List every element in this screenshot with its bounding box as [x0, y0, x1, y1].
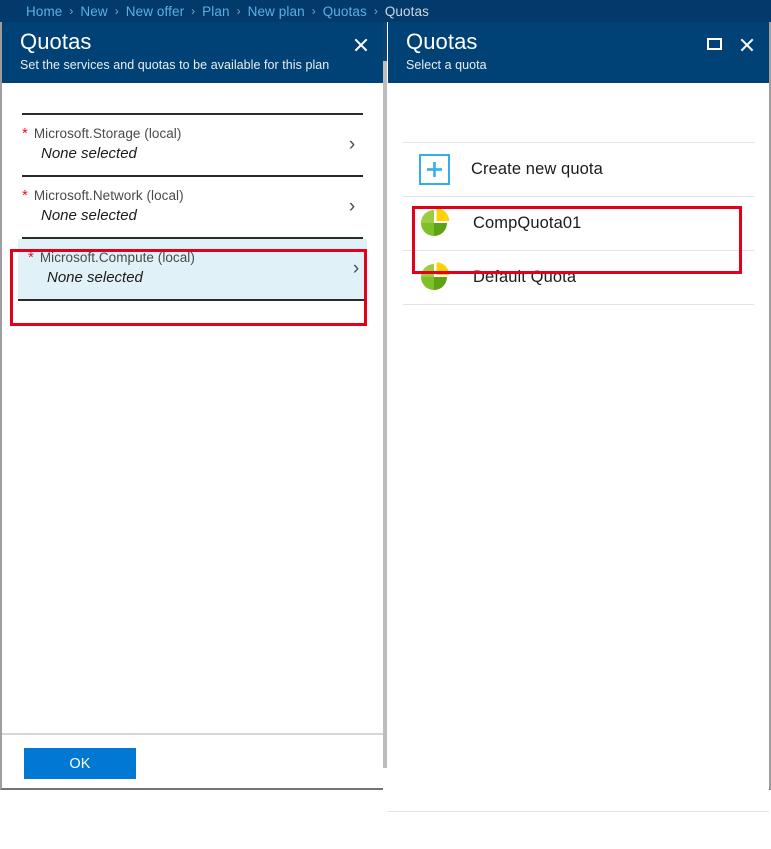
service-row-storage[interactable]: * Microsoft.Storage (local) None selecte… — [22, 115, 363, 177]
quotas-blade-footer: OK — [2, 733, 383, 788]
service-selected-value: None selected — [41, 207, 137, 224]
breadcrumb-separator: › — [114, 4, 119, 18]
select-quota-blade: Quotas Select a quota Create new quota C… — [388, 22, 771, 849]
quota-row-default-quota[interactable]: Default Quota — [403, 251, 754, 305]
close-button[interactable] — [731, 30, 761, 58]
close-icon — [739, 37, 754, 52]
pie-chart-icon — [421, 207, 450, 236]
quota-label: CompQuota01 — [473, 214, 582, 232]
quota-list-container: Create new quota CompQuota01 Default Quo… — [388, 142, 769, 849]
required-asterisk: * — [22, 187, 28, 204]
quotas-blade: Quotas Set the services and quotas to be… — [0, 22, 383, 790]
blade-splitter-top — [383, 22, 387, 61]
select-quota-blade-footer — [388, 811, 769, 849]
breadcrumb-item-quotas-current: Quotas — [384, 3, 429, 19]
quota-row-compquota01[interactable]: CompQuota01 — [403, 197, 754, 251]
chevron-right-icon: › — [348, 134, 356, 155]
azure-portal-page: Home › New › New offer › Plan › New plan… — [0, 0, 771, 849]
create-new-quota-label: Create new quota — [471, 160, 603, 178]
chevron-right-icon: › — [352, 258, 360, 279]
service-row-compute[interactable]: * Microsoft.Compute (local) None selecte… — [18, 239, 367, 301]
select-quota-blade-header: Quotas Select a quota — [388, 22, 769, 83]
breadcrumb-separator: › — [311, 4, 316, 18]
blade-splitter[interactable] — [383, 61, 387, 768]
breadcrumb-separator: › — [191, 4, 196, 18]
maximize-icon — [706, 38, 722, 50]
service-name-row: * Microsoft.Network (local) — [22, 187, 363, 205]
breadcrumb-item-plan[interactable]: Plan — [202, 4, 229, 19]
close-icon — [353, 37, 368, 52]
select-quota-blade-header-actions — [699, 30, 761, 58]
ok-button[interactable]: OK — [24, 748, 136, 779]
breadcrumb-item-quotas[interactable]: Quotas — [323, 4, 367, 19]
breadcrumb-separator: › — [69, 4, 74, 18]
breadcrumb-separator: › — [373, 4, 378, 18]
create-new-quota-row[interactable]: Create new quota — [403, 143, 754, 197]
breadcrumb-separator: › — [236, 4, 241, 18]
page-subtitle: Set the services and quotas to be availa… — [20, 58, 330, 72]
breadcrumb-item-new-offer[interactable]: New offer — [126, 4, 184, 19]
required-asterisk: * — [22, 125, 28, 142]
required-asterisk: * — [28, 249, 34, 266]
maximize-button[interactable] — [699, 30, 729, 58]
breadcrumb: Home › New › New offer › Plan › New plan… — [0, 0, 771, 22]
breadcrumb-item-new-plan[interactable]: New plan — [248, 4, 305, 19]
plus-icon — [419, 154, 450, 185]
service-name: Microsoft.Network (local) — [33, 188, 184, 203]
breadcrumb-item-new[interactable]: New — [80, 4, 107, 19]
page-subtitle: Select a quota — [406, 58, 487, 72]
close-button[interactable] — [345, 30, 375, 58]
page-title: Quotas — [20, 29, 92, 54]
service-selected-value: None selected — [41, 145, 137, 162]
chevron-right-icon: › — [348, 196, 356, 217]
quotas-blade-header-actions — [345, 30, 375, 58]
breadcrumb-item-home[interactable]: Home — [26, 4, 62, 19]
pie-chart-icon — [421, 261, 450, 290]
quota-list: Create new quota CompQuota01 Default Quo… — [388, 143, 769, 305]
service-selected-value: None selected — [47, 269, 143, 286]
service-list: * Microsoft.Storage (local) None selecte… — [2, 115, 383, 301]
service-name: Microsoft.Compute (local) — [39, 250, 195, 265]
service-row-network[interactable]: * Microsoft.Network (local) None selecte… — [22, 177, 363, 239]
quotas-blade-header: Quotas Set the services and quotas to be… — [2, 22, 383, 83]
service-name-row: * Microsoft.Compute (local) — [28, 249, 357, 267]
service-name-row: * Microsoft.Storage (local) — [22, 125, 363, 143]
service-name: Microsoft.Storage (local) — [33, 126, 182, 141]
quotas-service-list-container: * Microsoft.Storage (local) None selecte… — [2, 113, 383, 765]
quota-label: Default Quota — [473, 268, 577, 286]
